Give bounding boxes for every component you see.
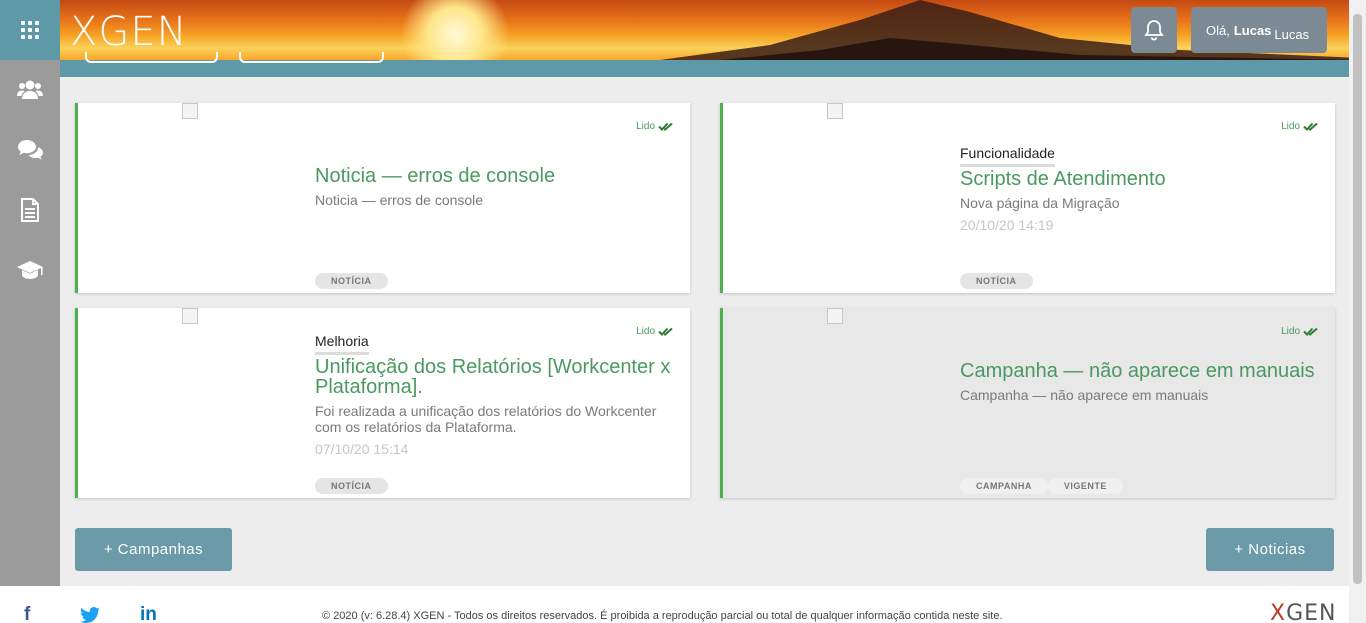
sidebar-item-chat[interactable] xyxy=(0,120,60,180)
card-image xyxy=(182,308,198,324)
top-header: XGEN Olá, Lucas Lucas xyxy=(60,0,1349,60)
card-title[interactable]: Noticia — erros de console xyxy=(315,166,674,186)
read-status: Lido xyxy=(1281,121,1319,132)
page-scrollbar[interactable] xyxy=(1349,0,1366,623)
tag-badge: NOTÍCIA xyxy=(315,273,388,289)
scrollbar-thumb[interactable] xyxy=(1353,14,1362,584)
tag-badge: NOTÍCIA xyxy=(960,273,1033,289)
card-image xyxy=(827,308,843,324)
sidebar-item-users[interactable] xyxy=(0,60,60,120)
card-tags: NOTÍCIA xyxy=(315,273,388,289)
card-image xyxy=(182,103,198,119)
card-tags: NOTÍCIA xyxy=(315,478,388,494)
read-label: Lido xyxy=(1281,121,1300,132)
user-menu-button[interactable]: Olá, Lucas Lucas xyxy=(1191,7,1327,53)
read-label: Lido xyxy=(1281,326,1300,337)
user-name: Lucas xyxy=(1233,22,1272,38)
tag-badge: NOTÍCIA xyxy=(315,478,388,494)
copyright-text: © 2020 (v: 6.28.4) XGEN - Todos os direi… xyxy=(322,610,1003,622)
news-card[interactable]: Lido Funcionalidade Scripts de Atendimen… xyxy=(720,103,1335,293)
app-logo[interactable]: XGEN xyxy=(70,10,188,54)
sidebar xyxy=(0,0,60,586)
grid-icon xyxy=(21,21,39,39)
campaign-card[interactable]: Lido Campanha — não aparece em manuais C… xyxy=(720,308,1335,498)
double-check-icon xyxy=(658,122,673,131)
double-check-icon xyxy=(1303,122,1318,131)
tag-badge: VIGENTE xyxy=(1047,478,1123,494)
user-greeting: Olá, xyxy=(1206,22,1230,38)
linkedin-icon[interactable]: in xyxy=(140,604,157,623)
footer-logo: XGEN xyxy=(1270,601,1337,623)
card-title[interactable]: Scripts de Atendimento xyxy=(960,169,1319,189)
toolbar-strip xyxy=(60,52,1349,77)
footer: f in © 2020 (v: 6.28.4) XGEN - Todos os … xyxy=(0,586,1349,623)
chat-icon xyxy=(18,140,43,160)
avatar: Lucas xyxy=(1274,26,1310,42)
document-icon xyxy=(21,198,39,222)
card-description: Nova página da Migração xyxy=(960,195,1120,211)
news-card[interactable]: Lido Noticia — erros de console Noticia … xyxy=(75,103,690,293)
card-category: Funcionalidade xyxy=(960,145,1055,167)
more-news-button[interactable]: + Noticias xyxy=(1206,528,1334,571)
news-card[interactable]: Lido Melhoria Unificação dos Relatórios … xyxy=(75,308,690,498)
card-description: Foi realizada a unificação dos relatório… xyxy=(315,403,657,435)
card-description: Noticia — erros de console xyxy=(315,192,484,208)
graduation-cap-icon xyxy=(17,261,43,279)
card-date: 07/10/20 15:14 xyxy=(315,441,409,457)
users-icon xyxy=(17,80,43,99)
card-tags: CAMPANHA VIGENTE xyxy=(960,478,1123,494)
sidebar-item-training[interactable] xyxy=(0,240,60,300)
tag-badge: CAMPANHA xyxy=(960,478,1048,494)
card-tags: NOTÍCIA xyxy=(960,273,1033,289)
more-campaigns-button[interactable]: + Campanhas xyxy=(75,528,232,571)
read-status: Lido xyxy=(1281,326,1319,337)
card-title[interactable]: Unificação dos Relatórios [Workcenter x … xyxy=(315,357,674,397)
card-image xyxy=(827,103,843,119)
header-banner-sun xyxy=(400,0,510,60)
card-date: 20/10/20 14:19 xyxy=(960,217,1054,233)
twitter-icon[interactable] xyxy=(80,607,100,623)
facebook-icon[interactable]: f xyxy=(24,604,30,623)
notifications-button[interactable] xyxy=(1131,7,1177,53)
card-category: Melhoria xyxy=(315,333,369,355)
filter-pill-1[interactable] xyxy=(85,52,218,63)
sidebar-item-documents[interactable] xyxy=(0,180,60,240)
bell-icon xyxy=(1144,20,1164,41)
filter-pill-2[interactable] xyxy=(239,52,384,63)
card-description: Campanha — não aparece em manuais xyxy=(960,387,1209,403)
double-check-icon xyxy=(1303,327,1318,336)
card-title[interactable]: Campanha — não aparece em manuais xyxy=(960,361,1319,381)
read-label: Lido xyxy=(636,121,655,132)
apps-menu-button[interactable] xyxy=(0,0,60,60)
read-status: Lido xyxy=(636,121,674,132)
